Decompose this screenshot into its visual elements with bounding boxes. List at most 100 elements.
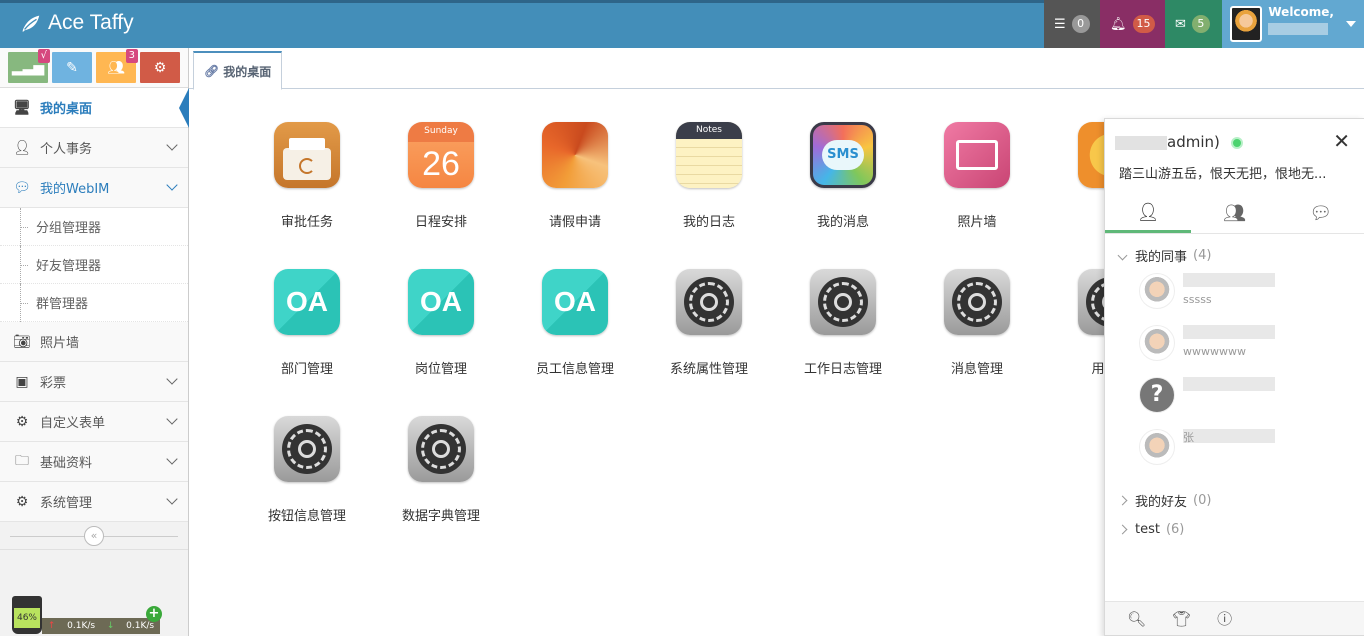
cog-icon: ⚙ — [15, 413, 29, 430]
chevron-down-icon — [166, 179, 178, 191]
group-icon: 👥︎ — [1223, 203, 1246, 224]
messages-badge: 5 — [1191, 15, 1210, 33]
photo-screen-icon — [944, 122, 1010, 188]
leaf-icon — [22, 15, 40, 33]
chevron-down-icon — [166, 453, 178, 465]
speed-bar: ↑ 0.1K/s ↓ 0.1K/s — [42, 618, 160, 634]
download-icon: ↓ — [106, 621, 115, 631]
speed-plus-button[interactable]: + — [146, 606, 162, 622]
app-approval-tasks[interactable]: 审批任务 — [240, 110, 374, 240]
app-dictionary-management[interactable]: 数据字典管理 — [374, 404, 508, 534]
tab-groups[interactable]: 👥︎ — [1191, 194, 1277, 233]
search-icon[interactable]: 🔍︎ — [1127, 610, 1146, 628]
collapse-sidebar-button[interactable]: « — [84, 526, 104, 546]
shortcut-users-button[interactable]: 👥︎ 3 — [96, 49, 138, 83]
sidebar-subitem-group-manager[interactable]: 分组管理器 — [0, 208, 188, 246]
camera-icon: 📷︎ — [13, 333, 31, 350]
upload-speed: 0.1K/s — [67, 621, 96, 631]
friend-name — [1183, 273, 1275, 287]
user-avatar — [1230, 6, 1263, 42]
shortcut-badge-check: √ — [37, 49, 50, 63]
chevron-down-icon — [1117, 250, 1128, 261]
username-blurred — [1268, 23, 1329, 35]
navbar: Ace Taffy ☰ 0 🔔︎ 15 ✉ 5 Welcome, — [0, 0, 1364, 48]
user-menu[interactable]: Welcome, — [1222, 0, 1364, 48]
bell-icon: 🔔︎ — [1110, 16, 1127, 32]
shortcut-badge-users: 3 — [125, 49, 138, 63]
app-button-info-management[interactable]: 按钮信息管理 — [240, 404, 374, 534]
sidebar-shortcuts: ▂▃▅ √ ✎ 👥︎ 3 ⚙ — [0, 48, 188, 88]
group-friends[interactable]: 我的好友 (0) — [1105, 479, 1364, 510]
sidebar-subitem-friend-manager[interactable]: 好友管理器 — [0, 246, 188, 284]
friend-name: 张 — [1183, 429, 1275, 443]
chevron-down-icon — [166, 373, 178, 385]
sms-icon: SMS — [810, 122, 876, 188]
caret-down-icon — [1346, 21, 1356, 27]
shirt-icon[interactable]: 👕︎ — [1172, 610, 1191, 628]
gear-icon — [676, 269, 742, 335]
app-my-log[interactable]: Notes 我的日志 — [642, 110, 776, 240]
desktop-icon: 🖥︎ — [13, 99, 31, 116]
upload-icon: ↑ — [47, 621, 56, 631]
chevron-right-icon — [1117, 495, 1128, 506]
tab-friends[interactable]: 👤︎ — [1105, 194, 1192, 233]
notes-icon: Notes — [676, 122, 742, 188]
friend-item[interactable]: sssss — [1105, 265, 1364, 317]
close-icon[interactable]: ✕ — [1333, 131, 1350, 151]
sidebar-item-lottery[interactable]: ▣ 彩票 — [0, 362, 188, 402]
tab-history[interactable]: 💬︎ — [1278, 194, 1364, 233]
friend-item[interactable]: wwwwwww — [1105, 317, 1364, 369]
chat-username-blurred — [1115, 135, 1167, 150]
download-speed: 0.1K/s — [126, 621, 155, 631]
app-work-log-management[interactable]: 工作日志管理 — [776, 257, 910, 387]
group-test[interactable]: test (6) — [1105, 510, 1364, 537]
shortcut-cogs-button[interactable]: ⚙ — [140, 52, 180, 83]
brand[interactable]: Ace Taffy — [20, 11, 134, 35]
cogs-icon: ⚙ — [15, 493, 29, 510]
messages-button[interactable]: ✉ 5 — [1165, 0, 1222, 48]
sidebar-item-basic-data[interactable]: 🗀 基础资料 — [0, 442, 188, 482]
welcome-text: Welcome, — [1268, 5, 1334, 35]
app-system-properties[interactable]: 系统属性管理 — [642, 257, 776, 387]
sidebar-item-system[interactable]: ⚙ 系统管理 — [0, 482, 188, 522]
gear-icon — [944, 269, 1010, 335]
group-colleagues[interactable]: 我的同事 (4) — [1105, 234, 1364, 265]
chevron-down-icon — [166, 493, 178, 505]
sidebar-item-webim[interactable]: 💬︎ 我的WebIM — [0, 168, 188, 208]
shortcut-signal-button[interactable]: ▂▃▅ √ — [8, 49, 50, 83]
tab-bar: 🔗︎ 我的桌面 — [189, 48, 1364, 90]
tab-desktop[interactable]: 🔗︎ 我的桌面 — [193, 51, 283, 90]
memory-percent: 46% — [14, 608, 40, 628]
app-position-management[interactable]: OA 岗位管理 — [374, 257, 508, 387]
user-icon: 👤︎ — [13, 139, 31, 156]
sidebar-item-desktop[interactable]: 🖥︎ 我的桌面 — [0, 88, 189, 128]
notifications-button[interactable]: 🔔︎ 15 — [1100, 0, 1165, 48]
calendar-icon: Sunday 26 — [408, 122, 474, 188]
app-photo-wall[interactable]: 照片墙 — [910, 110, 1044, 240]
tasks-icon: ☰ — [1054, 16, 1066, 32]
app-message-management[interactable]: 消息管理 — [910, 257, 1044, 387]
tasks-button[interactable]: ☰ 0 — [1044, 0, 1100, 48]
sidebar-item-custom-form[interactable]: ⚙ 自定义表单 — [0, 402, 188, 442]
sidebar-item-photowall[interactable]: 📷︎ 照片墙 — [0, 322, 188, 362]
app-schedule[interactable]: Sunday 26 日程安排 — [374, 110, 508, 240]
sidebar-collapse-row: « — [0, 522, 188, 550]
app-my-messages[interactable]: SMS 我的消息 — [776, 110, 910, 240]
users-icon: 👥︎ — [107, 59, 125, 76]
sidebar-subitem-team-manager[interactable]: 群管理器 — [0, 284, 188, 322]
shortcut-pencil-button[interactable]: ✎ — [52, 52, 92, 83]
friend-signature: wwwwwww — [1183, 345, 1246, 358]
friend-item[interactable]: ? — [1105, 369, 1364, 421]
chevron-down-icon — [166, 413, 178, 425]
info-icon[interactable]: ⓘ — [1217, 608, 1232, 629]
notifications-badge: 15 — [1132, 15, 1155, 33]
app-department-management[interactable]: OA 部门管理 — [240, 257, 374, 387]
app-leave-request[interactable]: 请假申请 — [508, 110, 642, 240]
chevron-right-icon — [1117, 524, 1128, 535]
friend-signature: sssss — [1183, 293, 1212, 306]
app-employee-management[interactable]: OA 员工信息管理 — [508, 257, 642, 387]
online-status-icon[interactable] — [1230, 136, 1243, 149]
sidebar-item-personal[interactable]: 👤︎ 个人事务 — [0, 128, 188, 168]
chat-tabs: 👤︎ 👥︎ 💬︎ — [1105, 194, 1364, 234]
friend-item[interactable]: 张 — [1105, 421, 1364, 473]
